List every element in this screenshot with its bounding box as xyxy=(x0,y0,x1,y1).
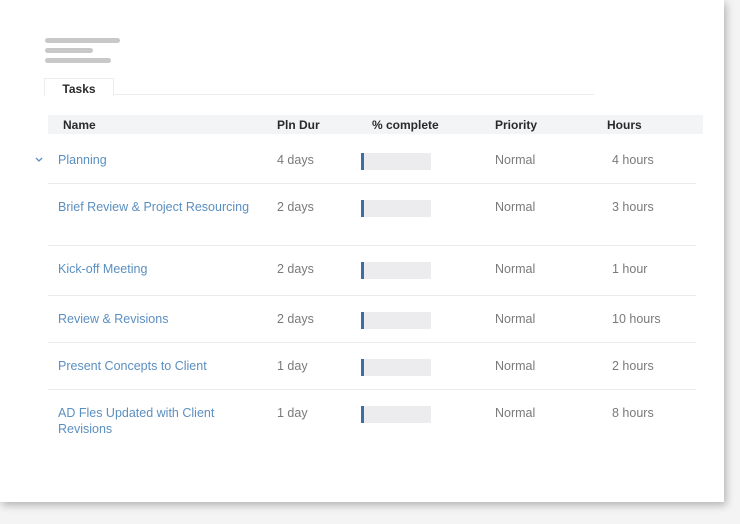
progress-fill xyxy=(361,200,364,217)
progress-bar xyxy=(361,153,431,170)
progress-bar xyxy=(361,262,431,279)
priority-value: Normal xyxy=(495,262,536,276)
task-panel: Tasks Name Pln Dur % complete Priority H… xyxy=(0,0,724,502)
task-name-link[interactable]: Present Concepts to Client xyxy=(58,358,258,374)
table-header: Name Pln Dur % complete Priority Hours xyxy=(48,115,703,134)
progress-fill xyxy=(361,406,364,423)
hours-value: 2 hours xyxy=(612,359,654,373)
logo-line xyxy=(45,48,93,53)
priority-value: Normal xyxy=(495,312,536,326)
progress-fill xyxy=(361,153,364,170)
priority-value: Normal xyxy=(495,200,536,214)
task-name-link[interactable]: Review & Revisions xyxy=(58,311,258,327)
hours-value: 8 hours xyxy=(612,406,654,420)
task-name-link[interactable]: Kick-off Meeting xyxy=(58,261,258,277)
column-header-name[interactable]: Name xyxy=(63,115,96,135)
progress-bar xyxy=(361,312,431,329)
chevron-down-icon[interactable] xyxy=(34,153,44,165)
hours-value: 4 hours xyxy=(612,153,654,167)
progress-bar xyxy=(361,406,431,423)
pln-dur-value: 2 days xyxy=(277,312,314,326)
priority-value: Normal xyxy=(495,153,536,167)
table-row[interactable]: AD Fles Updated with Client Revisions 1 d… xyxy=(48,389,696,439)
progress-bar xyxy=(361,359,431,376)
progress-fill xyxy=(361,359,364,376)
task-name-link[interactable]: AD Fles Updated with Client Revisions xyxy=(58,405,258,437)
tab-tasks[interactable]: Tasks xyxy=(44,78,114,96)
table-row[interactable]: Planning 4 days Normal 4 hours xyxy=(35,151,696,184)
hours-value: 1 hour xyxy=(612,262,648,276)
pln-dur-value: 2 days xyxy=(277,262,314,276)
pln-dur-value: 4 days xyxy=(277,153,314,167)
hours-value: 3 hours xyxy=(612,200,654,214)
table-row[interactable]: Kick-off Meeting 2 days Normal 1 hour xyxy=(48,245,696,296)
task-name-link[interactable]: Brief Review & Project Resourcing xyxy=(58,199,258,215)
progress-fill xyxy=(361,312,364,329)
pln-dur-value: 2 days xyxy=(277,200,314,214)
logo-placeholder xyxy=(45,38,120,68)
column-header-pln-dur[interactable]: Pln Dur xyxy=(277,115,320,135)
table-row[interactable]: Brief Review & Project Resourcing 2 days N… xyxy=(48,183,696,246)
logo-line xyxy=(45,38,120,43)
progress-bar xyxy=(361,200,431,217)
table-row[interactable]: Present Concepts to Client 1 day Normal 2 h… xyxy=(48,342,696,390)
logo-line xyxy=(45,58,111,63)
column-header-hours[interactable]: Hours xyxy=(607,115,642,135)
tab-bar: Tasks xyxy=(44,78,594,96)
priority-value: Normal xyxy=(495,359,536,373)
progress-fill xyxy=(361,262,364,279)
priority-value: Normal xyxy=(495,406,536,420)
column-header-percent-complete[interactable]: % complete xyxy=(372,115,439,135)
hours-value: 10 hours xyxy=(612,312,661,326)
task-name-link[interactable]: Planning xyxy=(58,152,258,168)
pln-dur-value: 1 day xyxy=(277,359,308,373)
table-row[interactable]: Review & Revisions 2 days Normal 10 hours xyxy=(48,295,696,343)
column-header-priority[interactable]: Priority xyxy=(495,115,537,135)
pln-dur-value: 1 day xyxy=(277,406,308,420)
